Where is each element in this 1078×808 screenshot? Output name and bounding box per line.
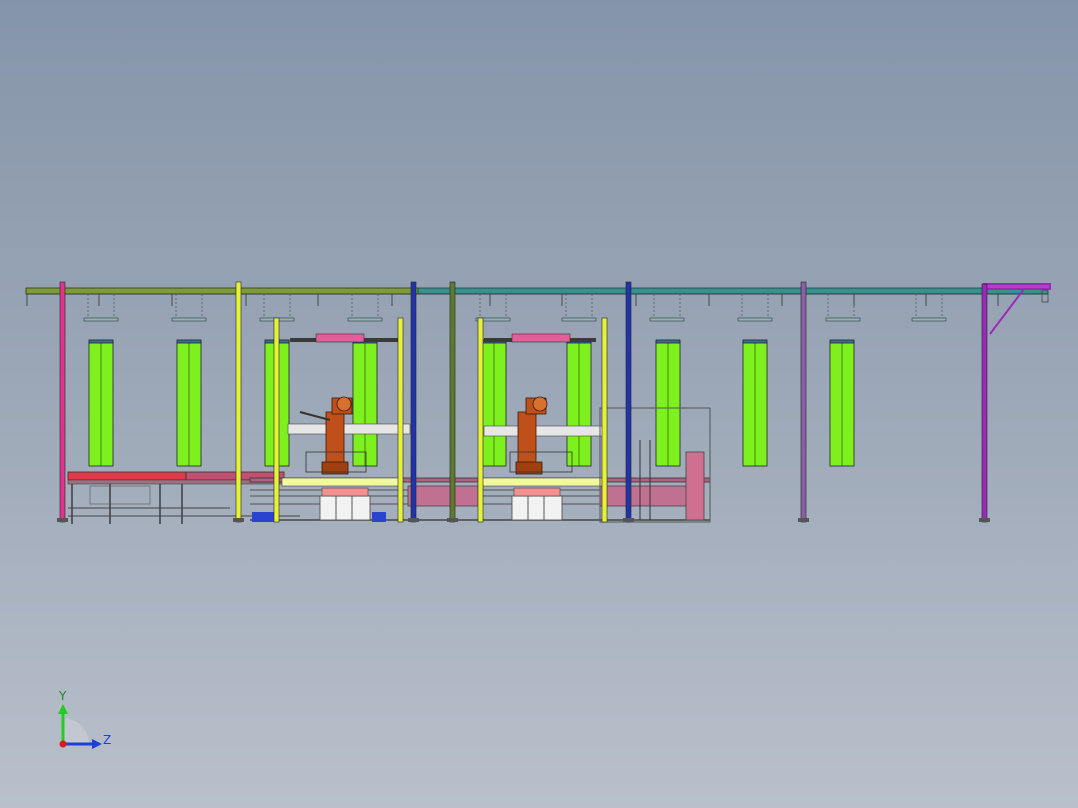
- cad-viewport[interactable]: Y Z: [0, 0, 1078, 808]
- x-axis-dot: [59, 740, 67, 748]
- y-axis-arrowhead: [58, 704, 68, 714]
- z-axis-arrowhead: [92, 739, 102, 749]
- hanging-panels: [88, 339, 855, 467]
- y-axis-label: Y: [58, 689, 67, 703]
- z-axis-label: Z: [103, 733, 111, 747]
- triad-quadrant: [63, 718, 89, 744]
- overhead-rail: [25, 283, 1051, 335]
- assembly-drawing[interactable]: Y Z: [0, 0, 1078, 808]
- orientation-triad[interactable]: Y Z: [58, 689, 111, 749]
